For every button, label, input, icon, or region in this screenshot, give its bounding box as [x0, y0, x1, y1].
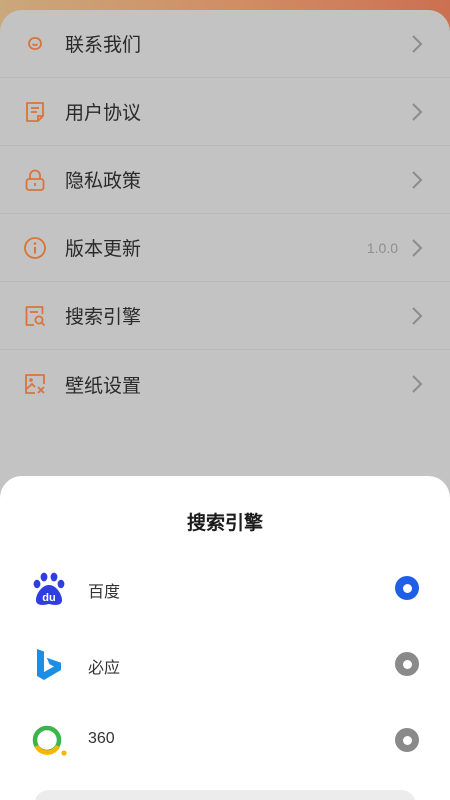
chevron-right-icon	[412, 103, 423, 121]
menu-item-label: 隐私政策	[65, 171, 142, 192]
chevron-right-icon	[412, 239, 423, 257]
radio-selected[interactable]	[395, 576, 419, 600]
menu-item-wallpaper-settings[interactable]: 壁纸设置	[0, 350, 450, 418]
svg-text:du: du	[42, 592, 55, 604]
radio-unselected[interactable]	[395, 728, 419, 752]
radio-dot	[402, 583, 412, 593]
menu-item-label: 搜索引擎	[65, 307, 142, 328]
menu-item-search-engine[interactable]: 搜索引擎	[0, 282, 450, 350]
search-engine-sheet: 搜索引擎 du 百度 必应 360	[0, 476, 450, 800]
menu-item-label: 用户协议	[65, 103, 142, 124]
chevron-right-icon	[412, 171, 423, 189]
lock-icon	[22, 167, 48, 193]
ring-360-icon	[32, 725, 67, 756]
engine-label: 360	[88, 730, 115, 747]
menu-item-label: 壁纸设置	[65, 375, 142, 397]
bing-logo-icon	[37, 649, 61, 680]
radio-dot	[402, 659, 412, 669]
menu-item-label: 版本更新	[65, 239, 142, 260]
menu-item-contact-us[interactable]: 联系我们	[0, 10, 450, 78]
menu-item-label: 联系我们	[65, 35, 142, 56]
menu-item-user-agreement[interactable]: 用户协议	[0, 78, 450, 146]
chat-bubble-icon	[22, 31, 48, 57]
chevron-right-icon	[412, 375, 423, 393]
engine-option-360[interactable]: 360	[0, 710, 450, 770]
chevron-right-icon	[412, 307, 423, 325]
menu-item-version-update[interactable]: 版本更新 1.0.0	[0, 214, 450, 282]
search-document-icon	[22, 303, 48, 329]
radio-unselected[interactable]	[395, 652, 419, 676]
menu-item-privacy-policy[interactable]: 隐私政策	[0, 146, 450, 214]
engine-label: 百度	[88, 584, 121, 601]
sheet-title: 搜索引擎	[186, 513, 263, 534]
version-number: 1.0.0	[366, 239, 398, 256]
document-icon	[22, 99, 48, 125]
sheet-bottom-button[interactable]	[34, 790, 416, 800]
baidu-paw-icon: du	[33, 572, 65, 605]
chevron-right-icon	[412, 35, 423, 53]
engine-label: 必应	[88, 660, 121, 677]
engine-option-bing[interactable]: 必应	[0, 634, 450, 694]
radio-dot	[402, 735, 412, 745]
engine-option-baidu[interactable]: du 百度	[0, 558, 450, 618]
info-icon	[22, 235, 48, 261]
wallpaper-icon	[22, 371, 48, 397]
